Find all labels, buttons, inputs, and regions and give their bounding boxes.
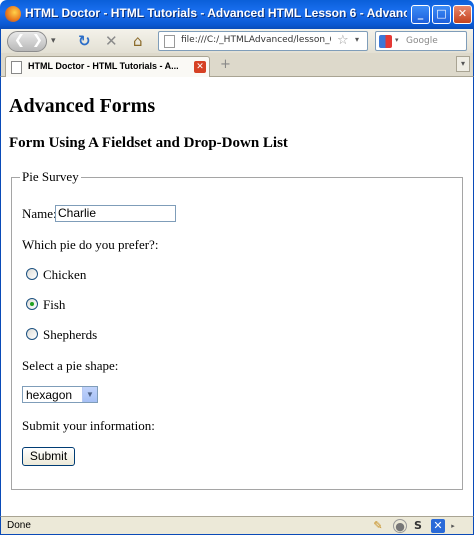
new-tab-icon[interactable]: + <box>220 57 231 72</box>
extension-icon[interactable]: ✕ <box>431 519 445 533</box>
submit-label: Submit your information: <box>22 418 155 433</box>
forward-arrow-icon[interactable]: ❯ <box>32 33 43 48</box>
minimize-button[interactable]: _ <box>411 5 430 24</box>
address-bar[interactable]: file:///C:/_HTMLAdvanced/lesson_6_ ☆ ▾ <box>158 31 368 51</box>
tab-bar: HTML Doctor - HTML Tutorials - A... ✕ + … <box>0 53 474 77</box>
radio-chicken[interactable] <box>26 268 38 280</box>
search-box[interactable]: ▾ Google <box>375 31 467 51</box>
page-icon <box>164 35 175 48</box>
search-placeholder: Google <box>406 36 438 46</box>
tab-close-icon[interactable]: ✕ <box>194 61 206 73</box>
url-text: file:///C:/_HTMLAdvanced/lesson_6_ <box>181 35 331 45</box>
pie-question-label: Which pie do you prefer?: <box>22 237 159 252</box>
url-dropdown-icon[interactable]: ▾ <box>355 35 359 44</box>
window-title: HTML Doctor - HTML Tutorials - Advanced … <box>25 6 407 20</box>
shape-label: Select a pie shape: <box>22 358 119 373</box>
tab-page-icon <box>11 61 22 74</box>
page-title: Advanced Forms <box>9 95 156 117</box>
radio-shepherds[interactable] <box>26 328 38 340</box>
submit-button[interactable]: Submit <box>22 447 75 466</box>
radio-chicken-label: Chicken <box>43 267 87 282</box>
bookmark-star-icon[interactable]: ☆ <box>337 33 349 48</box>
back-arrow-icon[interactable]: ❮ <box>14 33 25 48</box>
fieldset-legend: Pie Survey <box>20 169 81 185</box>
skype-icon[interactable]: S <box>411 519 425 533</box>
pie-shape-select[interactable]: hexagon ▼ <box>22 386 98 403</box>
firefox-icon <box>5 6 21 22</box>
maximize-button[interactable]: □ <box>432 5 451 24</box>
extension-dropdown-icon[interactable]: ▸ <box>449 519 457 533</box>
search-engine-dropdown-icon[interactable]: ▾ <box>395 36 399 44</box>
reload-icon[interactable]: ↻ <box>78 32 91 50</box>
pie-survey-fieldset: Pie Survey Name: Charlie Which pie do yo… <box>11 169 463 490</box>
tab-list-icon[interactable]: ▾ <box>456 56 470 72</box>
window-titlebar: HTML Doctor - HTML Tutorials - Advanced … <box>0 0 474 29</box>
radio-fish[interactable] <box>26 298 38 310</box>
name-input[interactable]: Charlie <box>55 205 176 222</box>
radio-fish-label: Fish <box>43 297 66 312</box>
status-bar: Done ✎ ● S ✕ ▸ <box>0 516 474 535</box>
page-subtitle: Form Using A Fieldset and Drop-Down List <box>9 135 288 151</box>
close-window-button[interactable]: ✕ <box>453 5 472 24</box>
navigation-toolbar: ❮ ❯ ▾ ↻ ✕ ⌂ file:///C:/_HTMLAdvanced/les… <box>0 29 474 53</box>
status-text: Done <box>7 520 31 531</box>
security-icon[interactable]: ● <box>393 519 407 533</box>
back-forward-buttons: ❮ ❯ <box>7 31 47 52</box>
chevron-down-icon[interactable]: ▼ <box>82 387 97 402</box>
name-label: Name: <box>22 206 57 221</box>
home-icon[interactable]: ⌂ <box>133 32 143 50</box>
page-content: Advanced Forms Form Using A Fieldset and… <box>0 77 474 516</box>
history-dropdown-icon[interactable]: ▾ <box>51 32 56 50</box>
radio-shepherds-label: Shepherds <box>43 327 98 342</box>
stop-icon[interactable]: ✕ <box>105 32 118 50</box>
pie-shape-selected-value: hexagon <box>26 388 73 402</box>
addon-icon[interactable]: ✎ <box>371 519 385 533</box>
search-engine-icon[interactable] <box>379 35 392 48</box>
tab-label: HTML Doctor - HTML Tutorials - A... <box>28 61 179 71</box>
tab-html-doctor[interactable]: HTML Doctor - HTML Tutorials - A... ✕ <box>5 56 210 77</box>
